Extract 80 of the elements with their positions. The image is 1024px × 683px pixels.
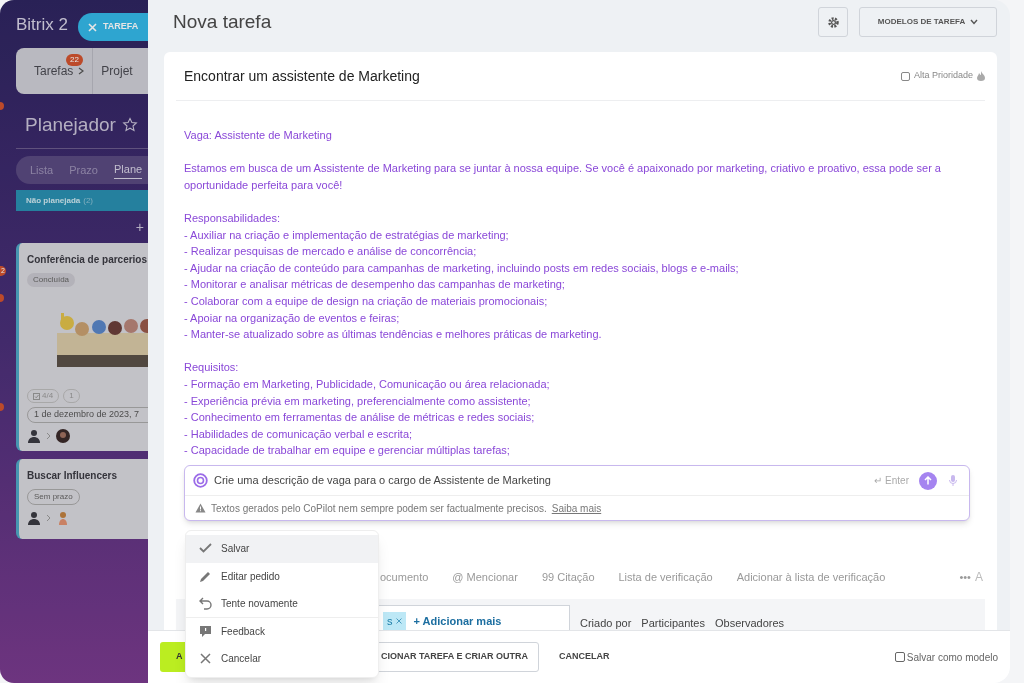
person-avatar bbox=[56, 511, 70, 525]
menu-item[interactable]: Salvar bbox=[186, 535, 378, 563]
chevron-right-icon bbox=[46, 514, 51, 522]
description-line: Estamos em busca de um Assistente de Marketing para se juntar à nossa equipe. Se você é apaixonado por marketing, criativo e proativo, essa pode ser a bbox=[184, 161, 942, 177]
column-count: (2) bbox=[83, 194, 94, 207]
prompt-field[interactable]: Crie uma descrição de vaga para o cargo de Assistente de Marketing bbox=[214, 472, 869, 489]
logo: Bitrix 2 bbox=[16, 14, 68, 37]
description-line: - Experiência prévia em marketing, preferencialmente como assistente; bbox=[184, 393, 532, 409]
person-avatar bbox=[27, 511, 41, 525]
checkbox-label: Alta Prioridade bbox=[913, 69, 973, 83]
description-line: - Capacidade de trabalhar em equipe e gerenciar múltiplas tarefas; bbox=[184, 443, 511, 459]
description-line: oportunidade perfeita para você! bbox=[184, 177, 344, 193]
checklist-icon bbox=[33, 392, 40, 400]
chevron-right-icon bbox=[46, 431, 51, 440]
settings-button[interactable] bbox=[818, 7, 848, 37]
check-icon bbox=[199, 542, 212, 556]
checkbox[interactable] bbox=[894, 652, 905, 662]
description-line: Vaga: Assistente de Marketing bbox=[184, 128, 333, 143]
copilot-icon bbox=[193, 473, 208, 488]
menu-item[interactable]: Editar pedido bbox=[186, 562, 378, 590]
description-line: - Conhecimento em ferramentas de análise de métricas e redes sociais; bbox=[184, 410, 536, 426]
cancel-button[interactable]: CANCELAR bbox=[549, 642, 620, 672]
panel-title: Nova tarefa bbox=[173, 9, 273, 34]
person-avatar bbox=[27, 428, 41, 443]
close-icon bbox=[88, 22, 97, 32]
description-line: - Formação em Marketing, Publicidade, Comunicação ou área relacionada; bbox=[184, 376, 551, 392]
add-more-link[interactable]: + Adicionar mais bbox=[413, 612, 502, 630]
disclaimer-text: Textos gerados pelo CoPilot nem sempre podem ser factualmente precisos. bbox=[211, 501, 547, 516]
menu-item[interactable]: Tente novamente bbox=[186, 590, 378, 618]
menu-item[interactable]: Feedback bbox=[186, 617, 378, 645]
column-title: Não planejada bbox=[26, 194, 81, 207]
nav-tab[interactable]: Projet bbox=[101, 62, 133, 80]
person-avatar bbox=[56, 428, 70, 443]
description-line: - Monitorar e analisar métricas de desempenho das campanhas de marketing; bbox=[184, 277, 566, 293]
templates-dropdown[interactable]: MODELOS DE TAREFA bbox=[859, 7, 997, 37]
settings-icon bbox=[826, 15, 840, 29]
count-badge: 22 bbox=[66, 54, 83, 66]
checkbox-label: Salvar como modelo bbox=[906, 650, 998, 665]
description-line: - Apoiar na organização de eventos e feiras; bbox=[184, 310, 401, 326]
add-task-button[interactable]: + bbox=[135, 216, 144, 238]
role-tab[interactable]: Participantes bbox=[641, 615, 705, 630]
undo-icon bbox=[199, 596, 212, 610]
task-title: Encontrar um assistente de Marketing bbox=[184, 66, 421, 86]
page-title: Planejador bbox=[25, 112, 116, 137]
chevron-down-icon bbox=[970, 19, 979, 25]
card-title: Conferência de parcerios bbox=[27, 253, 148, 267]
description-line: - Realizar pesquisas de mercado e análise de concorrência; bbox=[184, 244, 478, 260]
description-line: Requisitos: bbox=[184, 360, 240, 376]
description-line: - Ajudar na criação de conteúdo para campanhas de marketing, incluindo posts em redes sociais, blogs e e-mails; bbox=[184, 260, 740, 276]
microphone-icon bbox=[949, 475, 957, 486]
toolbar-button[interactable]: ocumento bbox=[380, 568, 429, 586]
warning-icon bbox=[195, 503, 206, 513]
chevron-right-icon bbox=[78, 67, 85, 75]
toolbar-button[interactable]: 99 Citação bbox=[541, 568, 595, 586]
learn-more-link[interactable]: Saiba mais bbox=[551, 500, 602, 516]
status-tag: Concluída bbox=[27, 273, 76, 287]
send-button[interactable] bbox=[919, 471, 937, 490]
description-line: - Colaborar com a equipe de design na criação de materiais promocionais; bbox=[184, 293, 549, 309]
description-line: - Auxiliar na criação e implementação de estratégias de marketing; bbox=[184, 227, 510, 243]
description-line: Responsabilidades: bbox=[184, 210, 281, 226]
toolbar-button[interactable]: @ Mencionar bbox=[452, 568, 518, 586]
checkbox[interactable] bbox=[900, 71, 910, 81]
description-line: - Manter-se atualizado sobre as últimas tendências e melhores práticas de marketing. bbox=[184, 327, 603, 343]
enter-hint: ↵ Enter bbox=[874, 474, 909, 488]
toolbar-button[interactable]: Lista de verificação bbox=[618, 568, 713, 586]
view-tab[interactable]: Plane bbox=[114, 161, 143, 179]
arrow-up-icon bbox=[924, 476, 932, 485]
pencil-icon bbox=[199, 569, 212, 583]
star-icon bbox=[121, 117, 138, 133]
card-title: Buscar Influencers bbox=[27, 469, 119, 483]
person-tag: s bbox=[383, 612, 406, 630]
flame-icon bbox=[977, 71, 985, 81]
role-tab[interactable]: Observadores bbox=[714, 615, 785, 630]
task-card[interactable]: Buscar Influencers Sem prazo bbox=[16, 459, 148, 539]
feedback-icon bbox=[199, 624, 212, 638]
description-line: - Habilidades de comunicação verbal e escrita; bbox=[184, 426, 414, 442]
menu-item[interactable]: Cancelar bbox=[186, 645, 378, 673]
role-tab[interactable]: Criado por bbox=[580, 615, 632, 630]
close-icon bbox=[199, 652, 212, 666]
remove-icon bbox=[395, 618, 402, 624]
